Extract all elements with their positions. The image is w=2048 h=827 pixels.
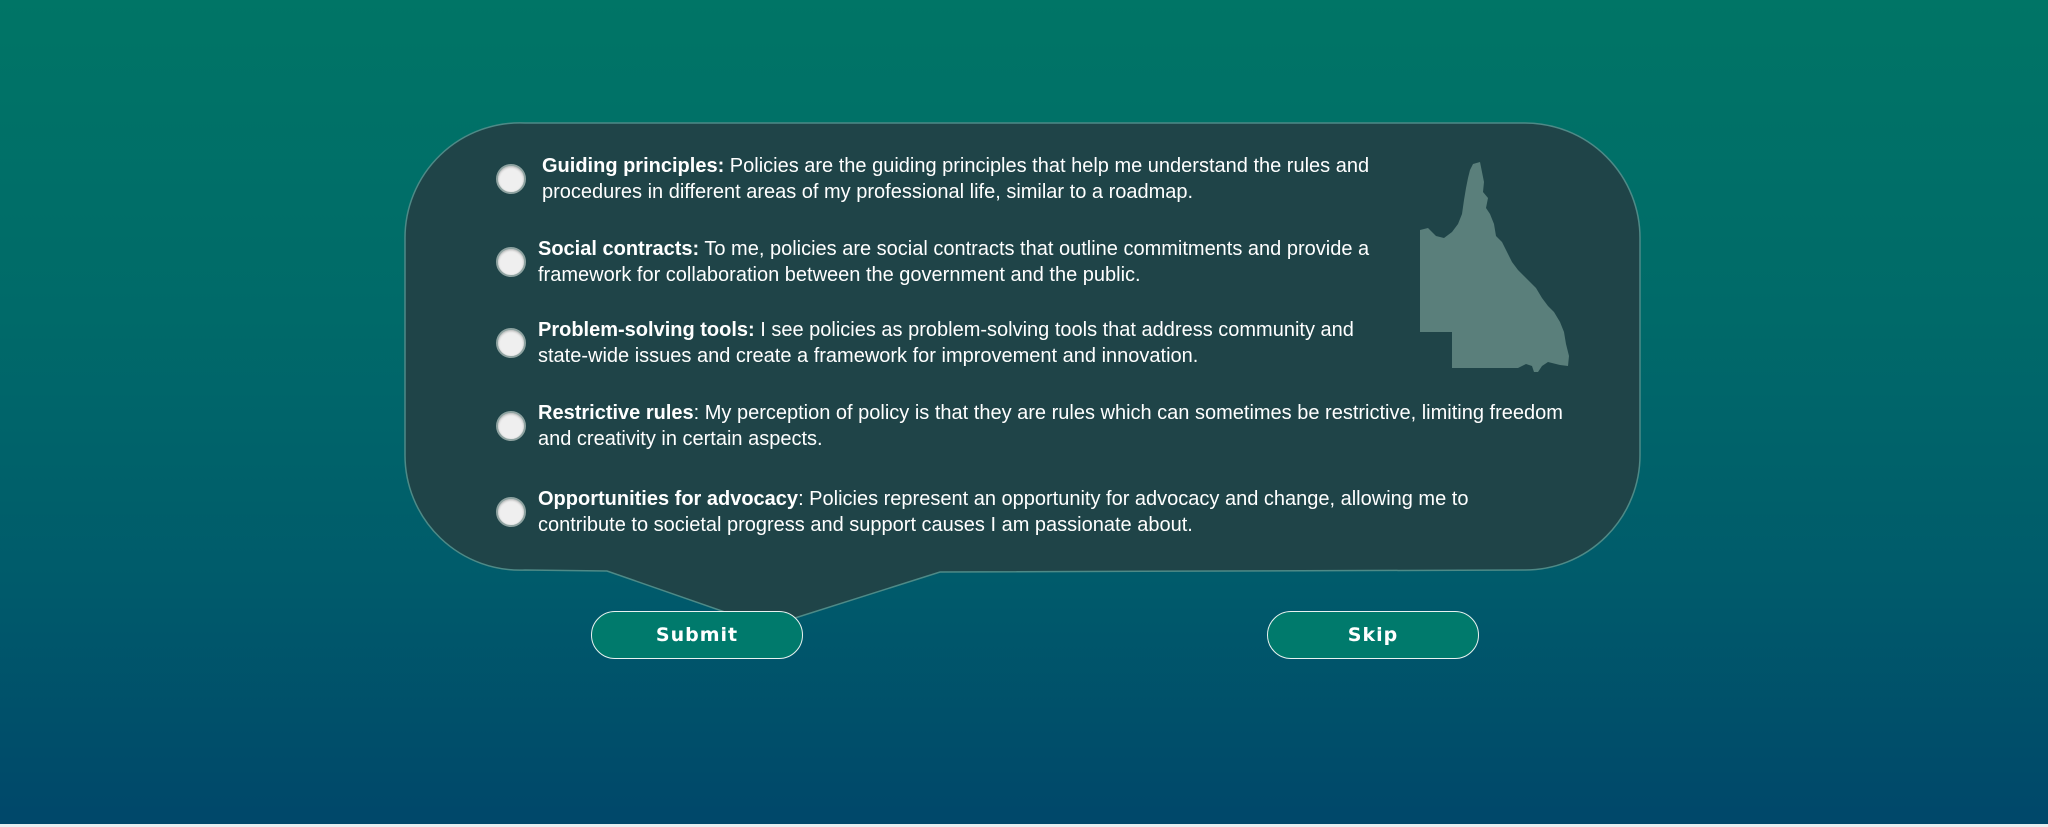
option-title: Restrictive rules bbox=[538, 402, 694, 424]
option-label: Restrictive rules: My perception of poli… bbox=[538, 400, 1598, 452]
option-title: Problem-solving tools: bbox=[538, 319, 755, 341]
skip-button[interactable]: Skip bbox=[1267, 611, 1479, 659]
option-label: Problem-solving tools: I see policies as… bbox=[538, 317, 1388, 369]
option-label: Opportunities for advocacy: Policies rep… bbox=[538, 486, 1548, 538]
radio-button[interactable] bbox=[496, 411, 526, 441]
option-title: Opportunities for advocacy bbox=[538, 488, 799, 510]
radio-button[interactable] bbox=[496, 164, 526, 194]
option-title: Social contracts: bbox=[538, 238, 700, 260]
option-label: Guiding principles: Policies are the gui… bbox=[542, 153, 1392, 205]
radio-button[interactable] bbox=[496, 328, 526, 358]
queensland-map-icon bbox=[1420, 162, 1569, 372]
radio-button[interactable] bbox=[496, 247, 526, 277]
option-title: Guiding principles: bbox=[542, 155, 725, 177]
submit-button[interactable]: Submit bbox=[591, 611, 803, 659]
radio-button[interactable] bbox=[496, 497, 526, 527]
option-label: Social contracts: To me, policies are so… bbox=[538, 236, 1418, 288]
